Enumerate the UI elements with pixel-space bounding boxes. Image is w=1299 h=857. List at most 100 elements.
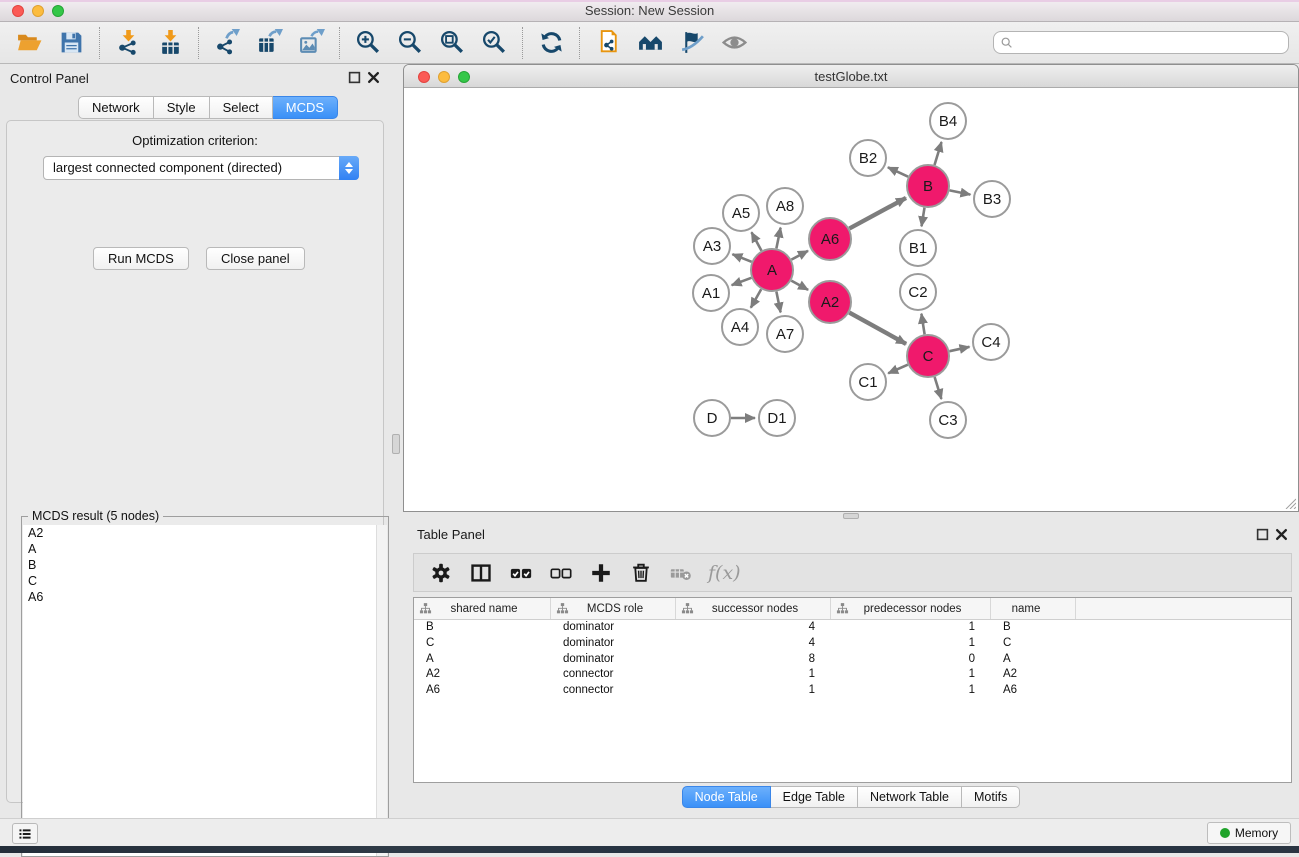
tab-motifs[interactable]: Motifs: [962, 786, 1020, 808]
minimize-button[interactable]: [438, 71, 450, 83]
graph-node-A8[interactable]: A8: [767, 188, 803, 224]
network-canvas[interactable]: AA1A2A3A4A5A6A7A8BB1B2B3B4CC1C2C3C4DD1: [404, 88, 1298, 511]
zoom-button[interactable]: [52, 5, 64, 17]
export-table-button[interactable]: [248, 25, 290, 61]
resize-grip[interactable]: [1284, 497, 1296, 509]
export-image-button[interactable]: [290, 25, 332, 61]
table-row[interactable]: Cdominator41C: [414, 636, 1291, 652]
graph-node-A1[interactable]: A1: [693, 275, 729, 311]
graph-edge-C-C2[interactable]: [921, 314, 924, 335]
graph-node-C4[interactable]: C4: [973, 324, 1009, 360]
graph-edge-C-C1[interactable]: [888, 365, 908, 374]
graph-node-A3[interactable]: A3: [694, 228, 730, 264]
graph-edge-B-B3[interactable]: [950, 190, 971, 194]
graph-node-B2[interactable]: B2: [850, 140, 886, 176]
table-row[interactable]: Adominator80A: [414, 652, 1291, 668]
refresh-layout-button[interactable]: [530, 25, 572, 61]
run-mcds-button[interactable]: Run MCDS: [93, 247, 189, 270]
memory-button[interactable]: Memory: [1207, 822, 1291, 844]
show-eye-button[interactable]: [713, 25, 755, 61]
table-row[interactable]: A2connector11A2: [414, 667, 1291, 683]
float-panel-icon[interactable]: [1256, 528, 1270, 542]
result-item[interactable]: B: [23, 557, 377, 573]
graph-node-C[interactable]: C: [907, 335, 949, 377]
graph-node-C3[interactable]: C3: [930, 402, 966, 438]
close-panel-icon[interactable]: [367, 71, 381, 85]
search-box[interactable]: [993, 31, 1289, 54]
graph-edge-A2-C[interactable]: [849, 313, 906, 344]
criterion-select[interactable]: largest connected component (directed): [43, 156, 359, 180]
graph-node-A7[interactable]: A7: [767, 316, 803, 352]
graph-node-B4[interactable]: B4: [930, 103, 966, 139]
graph-edge-A-A7[interactable]: [776, 292, 780, 313]
open-folder-button[interactable]: [8, 25, 50, 61]
column-header-successor-nodes[interactable]: successor nodes: [676, 598, 831, 619]
close-panel-button[interactable]: Close panel: [206, 247, 305, 270]
column-header-predecessor-nodes[interactable]: predecessor nodes: [831, 598, 991, 619]
graph-edge-A-A3[interactable]: [732, 254, 751, 262]
mcds-result-list[interactable]: A2ABCA6: [23, 525, 377, 856]
graph-edge-B-B4[interactable]: [935, 142, 942, 165]
float-panel-icon[interactable]: [348, 71, 362, 85]
table-row[interactable]: Bdominator41B: [414, 620, 1291, 636]
graph-edge-A-A8[interactable]: [776, 228, 780, 249]
graph-edge-B-B1[interactable]: [922, 208, 925, 227]
home-view-button[interactable]: [629, 25, 671, 61]
tab-select[interactable]: Select: [210, 96, 273, 119]
graph-edge-A-A1[interactable]: [732, 278, 752, 285]
close-button[interactable]: [12, 5, 24, 17]
column-header-MCDS-role[interactable]: MCDS role: [551, 598, 676, 619]
result-item[interactable]: A6: [23, 589, 377, 605]
select-all-checks-button[interactable]: [504, 556, 538, 590]
graph-edge-A-A4[interactable]: [751, 289, 761, 308]
column-header-shared-name[interactable]: shared name: [414, 598, 551, 619]
save-session-button[interactable]: [50, 25, 92, 61]
tab-network-table[interactable]: Network Table: [858, 786, 962, 808]
graph-edge-A-A6[interactable]: [791, 251, 808, 260]
graph-edge-B-B2[interactable]: [888, 167, 908, 176]
tab-node-table[interactable]: Node Table: [682, 786, 771, 808]
tab-style[interactable]: Style: [154, 96, 210, 119]
graph-node-B3[interactable]: B3: [974, 181, 1010, 217]
result-item[interactable]: A2: [23, 525, 377, 541]
vertical-divider[interactable]: [390, 64, 403, 818]
graph-node-D[interactable]: D: [694, 400, 730, 436]
function-builder-icon[interactable]: f(x): [704, 562, 741, 584]
split-columns-button[interactable]: [464, 556, 498, 590]
graph-node-B[interactable]: B: [907, 165, 949, 207]
column-header-name[interactable]: name: [991, 598, 1076, 619]
graph-node-C1[interactable]: C1: [850, 364, 886, 400]
import-table-button[interactable]: [149, 25, 191, 61]
task-history-button[interactable]: [12, 823, 38, 844]
close-panel-icon[interactable]: [1275, 528, 1289, 542]
zoom-in-button[interactable]: [347, 25, 389, 61]
result-item[interactable]: A: [23, 541, 377, 557]
import-network-button[interactable]: [107, 25, 149, 61]
graph-edge-A-A2[interactable]: [791, 281, 808, 290]
search-input[interactable]: [1014, 32, 1288, 53]
tab-edge-table[interactable]: Edge Table: [771, 786, 858, 808]
result-scrollbar[interactable]: [376, 525, 387, 856]
graph-node-A[interactable]: A: [751, 249, 793, 291]
graph-node-A4[interactable]: A4: [722, 309, 758, 345]
network-window-titlebar[interactable]: testGlobe.txt: [404, 65, 1298, 88]
tab-mcds[interactable]: MCDS: [273, 96, 338, 119]
result-item[interactable]: C: [23, 573, 377, 589]
graph-node-B1[interactable]: B1: [900, 230, 936, 266]
graph-edge-C-C3[interactable]: [935, 377, 942, 399]
graph-node-A2[interactable]: A2: [809, 281, 851, 323]
zoom-out-button[interactable]: [389, 25, 431, 61]
zoom-selected-button[interactable]: [473, 25, 515, 61]
deselect-all-checks-button[interactable]: [544, 556, 578, 590]
graph-node-C2[interactable]: C2: [900, 274, 936, 310]
gear-button[interactable]: [424, 556, 458, 590]
graph-node-A6[interactable]: A6: [809, 218, 851, 260]
tab-network[interactable]: Network: [78, 96, 154, 119]
graph-node-D1[interactable]: D1: [759, 400, 795, 436]
close-button[interactable]: [418, 71, 430, 83]
horizontal-divider[interactable]: [403, 512, 1299, 520]
split-handle-vertical[interactable]: [392, 434, 400, 454]
zoom-button[interactable]: [458, 71, 470, 83]
zoom-fit-button[interactable]: [431, 25, 473, 61]
split-handle-horizontal[interactable]: [843, 513, 859, 519]
